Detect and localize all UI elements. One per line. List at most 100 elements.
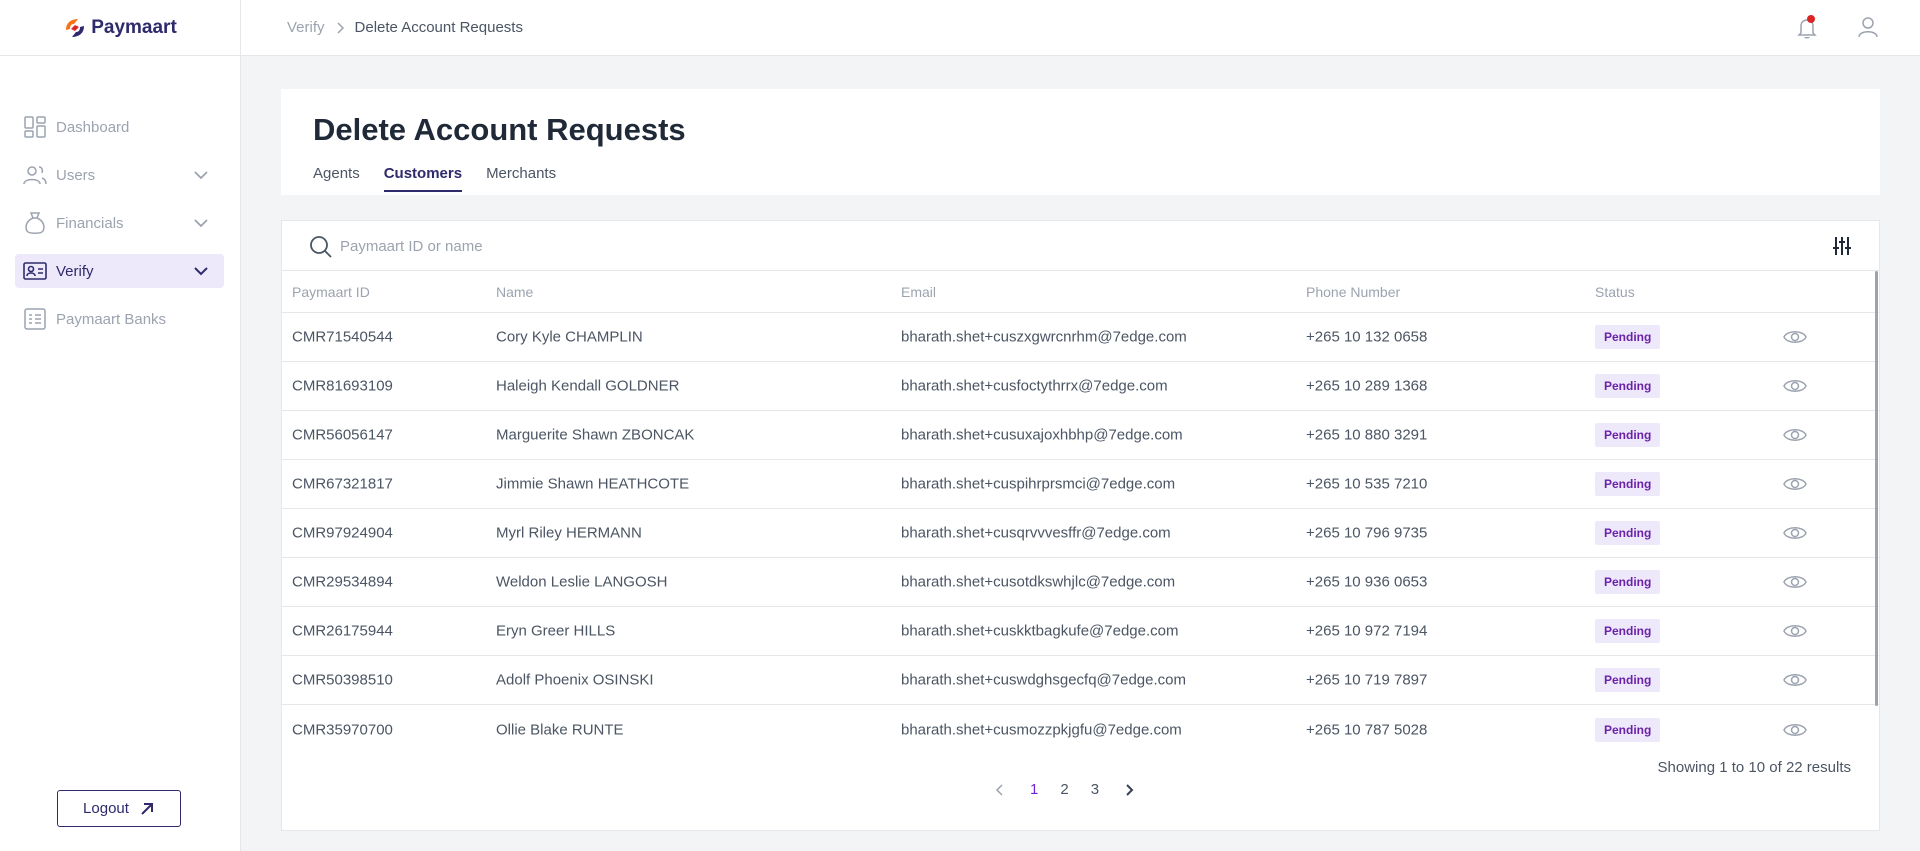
cell-email: bharath.shet+cusqrvvvesffr@7edge.com xyxy=(901,524,1171,542)
table-row[interactable]: CMR26175944 Eryn Greer HILLS bharath.she… xyxy=(282,607,1879,656)
page-3-button[interactable]: 3 xyxy=(1091,781,1099,798)
sidebar-item-verify[interactable]: Verify xyxy=(15,254,224,288)
column-header-name: Name xyxy=(496,283,534,300)
cell-phone: +265 10 796 9735 xyxy=(1306,524,1428,542)
next-page-button[interactable] xyxy=(1121,782,1137,798)
tab-agents[interactable]: Agents xyxy=(313,165,360,192)
page-title: Delete Account Requests xyxy=(313,112,686,147)
user-profile-icon[interactable] xyxy=(1856,15,1880,39)
sidebar-item-label: Paymaart Banks xyxy=(56,310,167,328)
search-input[interactable] xyxy=(340,233,940,259)
status-badge: Pending xyxy=(1595,619,1661,643)
cell-phone: +265 10 719 7897 xyxy=(1306,671,1428,689)
view-eye-icon[interactable] xyxy=(1783,570,1807,594)
cell-phone: +265 10 936 0653 xyxy=(1306,573,1428,591)
table-row[interactable]: CMR29534894 Weldon Leslie LANGOSH bharat… xyxy=(282,558,1879,607)
requests-table-card: Paymaart ID Name Email Phone Number Stat… xyxy=(281,220,1880,831)
cell-phone: +265 10 787 5028 xyxy=(1306,721,1428,738)
table-row[interactable]: CMR97924904 Myrl Riley HERMANN bharath.s… xyxy=(282,509,1879,558)
dashboard-icon xyxy=(23,115,47,139)
view-eye-icon[interactable] xyxy=(1783,472,1807,496)
brand-logo[interactable]: Paymaart xyxy=(63,16,177,40)
status-badge: Pending xyxy=(1595,325,1661,349)
status-badge: Pending xyxy=(1595,423,1661,447)
page-2-button[interactable]: 2 xyxy=(1060,781,1068,798)
cell-email: bharath.shet+cusuxajoxhbhp@7edge.com xyxy=(901,426,1183,444)
tab-bar: Agents Customers Merchants xyxy=(313,165,556,192)
cell-email: bharath.shet+cuspihrprsmci@7edge.com xyxy=(901,475,1176,493)
table-scrollbar[interactable] xyxy=(1875,271,1878,706)
cell-paymaart-id: CMR81693109 xyxy=(292,377,393,395)
search-bar xyxy=(282,221,1879,271)
status-badge: Pending xyxy=(1595,472,1661,496)
status-badge: Pending xyxy=(1595,717,1661,742)
sidebar-nav: Dashboard Users Financials Verify Paymaa… xyxy=(15,110,224,350)
cell-paymaart-id: CMR71540544 xyxy=(292,328,393,346)
cell-paymaart-id: CMR56056147 xyxy=(292,426,393,444)
cell-paymaart-id: CMR35970700 xyxy=(292,721,393,738)
tab-merchants[interactable]: Merchants xyxy=(486,165,556,192)
table-header: Paymaart ID Name Email Phone Number Stat… xyxy=(282,271,1879,313)
sidebar-item-dashboard[interactable]: Dashboard xyxy=(15,110,224,144)
cell-email: bharath.shet+cusfoctythrrx@7edge.com xyxy=(901,377,1168,395)
cell-name: Adolf Phoenix OSINSKI xyxy=(496,671,654,689)
view-eye-icon[interactable] xyxy=(1783,619,1807,643)
cell-name: Jimmie Shawn HEATHCOTE xyxy=(496,475,690,493)
sidebar-item-label: Dashboard xyxy=(56,118,130,136)
sidebar-item-paymaart-banks[interactable]: Paymaart Banks xyxy=(15,302,224,336)
view-eye-icon[interactable] xyxy=(1783,374,1807,398)
tab-customers[interactable]: Customers xyxy=(383,165,463,192)
page-header-card: Delete Account Requests Agents Customers… xyxy=(281,89,1880,195)
filter-sliders-icon[interactable] xyxy=(1831,235,1853,257)
chevron-down-icon xyxy=(194,171,208,180)
view-eye-icon[interactable] xyxy=(1783,325,1807,349)
cell-paymaart-id: CMR97924904 xyxy=(292,524,393,542)
breadcrumb: Verify Delete Account Requests xyxy=(287,19,523,36)
page-1-button[interactable]: 1 xyxy=(1030,781,1038,798)
table-row[interactable]: CMR67321817 Jimmie Shawn HEATHCOTE bhara… xyxy=(282,460,1879,509)
column-header-email: Email xyxy=(901,283,937,300)
column-header-phone: Phone Number xyxy=(1306,283,1401,300)
status-badge: Pending xyxy=(1595,374,1661,398)
breadcrumb-current: Delete Account Requests xyxy=(354,19,523,36)
cell-name: Eryn Greer HILLS xyxy=(496,622,616,640)
money-bag-icon xyxy=(23,211,47,235)
column-header-paymaart-id: Paymaart ID xyxy=(292,283,370,300)
sidebar-item-financials[interactable]: Financials xyxy=(15,206,224,240)
cell-phone: +265 10 880 3291 xyxy=(1306,426,1428,444)
sidebar-item-users[interactable]: Users xyxy=(15,158,224,192)
cell-phone: +265 10 289 1368 xyxy=(1306,377,1428,395)
cell-email: bharath.shet+cuswdghsgecfq@7edge.com xyxy=(901,671,1186,689)
logout-button[interactable]: Logout xyxy=(57,790,181,827)
view-eye-icon[interactable] xyxy=(1783,718,1807,742)
chevron-down-icon xyxy=(194,267,208,276)
logo-area: Paymaart xyxy=(0,0,240,56)
previous-page-button[interactable] xyxy=(992,782,1008,798)
sidebar-item-label: Verify xyxy=(56,262,94,280)
status-badge: Pending xyxy=(1595,668,1661,692)
sidebar-item-label: Financials xyxy=(56,214,124,232)
sidebar-item-label: Users xyxy=(56,166,96,184)
cell-phone: +265 10 535 7210 xyxy=(1306,475,1428,493)
cell-email: bharath.shet+cusmozzpkjgfu@7edge.com xyxy=(901,721,1182,738)
table-row[interactable]: CMR71540544 Cory Kyle CHAMPLIN bharath.s… xyxy=(282,313,1879,362)
id-card-icon xyxy=(23,259,47,283)
chevron-down-icon xyxy=(194,219,208,228)
view-eye-icon[interactable] xyxy=(1783,521,1807,545)
cell-paymaart-id: CMR26175944 xyxy=(292,622,393,640)
view-eye-icon[interactable] xyxy=(1783,423,1807,447)
breadcrumb-verify[interactable]: Verify xyxy=(287,19,325,36)
view-eye-icon[interactable] xyxy=(1783,668,1807,692)
table-row[interactable]: CMR56056147 Marguerite Shawn ZBONCAK bha… xyxy=(282,411,1879,460)
arrow-up-right-icon xyxy=(141,802,153,815)
cell-phone: +265 10 132 0658 xyxy=(1306,328,1428,346)
status-badge: Pending xyxy=(1595,521,1661,545)
table-row[interactable]: CMR81693109 Haleigh Kendall GOLDNER bhar… xyxy=(282,362,1879,411)
table-body: CMR71540544 Cory Kyle CHAMPLIN bharath.s… xyxy=(282,313,1879,754)
table-row[interactable]: CMR50398510 Adolf Phoenix OSINSKI bharat… xyxy=(282,656,1879,705)
table-row[interactable]: CMR35970700 Ollie Blake RUNTE bharath.sh… xyxy=(282,705,1879,754)
pagination: 1 2 3 xyxy=(992,781,1137,798)
cell-paymaart-id: CMR67321817 xyxy=(292,475,393,493)
brand-name: Paymaart xyxy=(91,16,177,38)
cell-name: Ollie Blake RUNTE xyxy=(496,721,624,738)
